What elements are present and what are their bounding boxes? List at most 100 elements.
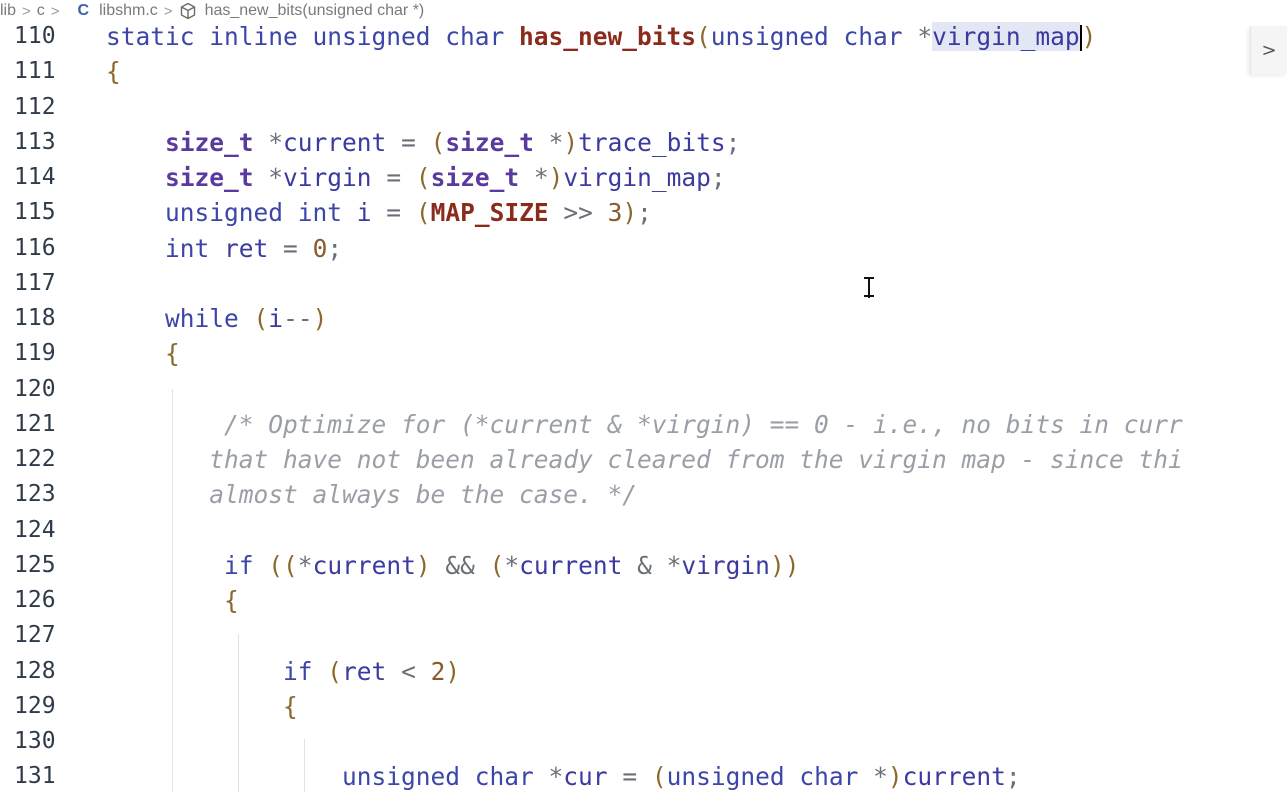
- code-line[interactable]: 125 if ((*current) && (*current & *virgi…: [0, 548, 1287, 583]
- comment-token: /* Optimize for (*current & *virgin) == …: [224, 409, 1183, 439]
- code-line[interactable]: 114 size_t *virgin = (size_t *)virgin_ma…: [0, 160, 1287, 195]
- code-token: =: [386, 163, 416, 192]
- code-line[interactable]: 131 unsigned char *cur = (unsigned char …: [0, 759, 1287, 792]
- code-line[interactable]: 123 almost always be the case. */: [0, 477, 1287, 512]
- comment-token: that have not been already cleared from …: [209, 445, 1183, 474]
- code-token: i: [268, 304, 284, 333]
- code-text: size_t *virgin = (size_t *)virgin_map;: [106, 160, 726, 195]
- code-token: ret: [342, 656, 402, 686]
- code-token: size_t: [445, 127, 534, 157]
- code-token: size_t: [430, 163, 520, 192]
- line-number: 111: [14, 58, 56, 85]
- code-line[interactable]: 118 while (i--): [0, 301, 1287, 336]
- code-token: *: [297, 550, 313, 580]
- line-number: 125: [14, 551, 56, 578]
- code-line[interactable]: 116 int ret = 0;: [0, 231, 1287, 266]
- code-text: {: [106, 583, 239, 618]
- code-line[interactable]: 128 if (ret < 2): [0, 654, 1287, 689]
- code-editor[interactable]: 110 static inline unsigned char has_new_b…: [0, 19, 1287, 792]
- line-number: 117: [14, 269, 56, 296]
- code-token: while: [165, 304, 254, 333]
- line-number: 128: [14, 657, 56, 684]
- code-token: (: [489, 550, 505, 580]
- code-line[interactable]: 127: [0, 618, 1287, 653]
- line-number: 112: [14, 93, 56, 120]
- code-line[interactable]: 129 {: [0, 689, 1287, 724]
- code-token: *: [504, 550, 520, 580]
- code-token: size_t: [165, 127, 254, 157]
- code-token: ): [445, 656, 461, 686]
- code-line[interactable]: 113 size_t *current = (size_t *)trace_bi…: [0, 125, 1287, 160]
- comment-token: almost always be the case. */: [209, 480, 638, 510]
- code-token: (: [651, 762, 667, 792]
- line-number: 129: [14, 692, 56, 719]
- code-token: ): [1081, 22, 1097, 51]
- code-token: unsigned char: [342, 762, 549, 792]
- code-token: 2: [430, 656, 446, 686]
- code-token: (: [415, 198, 431, 228]
- code-token: ): [887, 762, 903, 792]
- code-line[interactable]: 115 unsigned int i = (MAP_SIZE >> 3);: [0, 195, 1287, 230]
- code-text: int ret = 0;: [106, 231, 342, 266]
- code-line[interactable]: 120: [0, 372, 1287, 407]
- code-token: cur: [563, 762, 623, 792]
- code-token: ): [548, 163, 564, 192]
- code-line[interactable]: 126 {: [0, 583, 1287, 618]
- code-token: has_new_bits: [519, 22, 697, 51]
- line-number: 113: [14, 128, 56, 155]
- line-number: 126: [14, 587, 56, 613]
- code-token: {: [224, 586, 239, 615]
- code-text: unsigned int i = (MAP_SIZE >> 3);: [106, 195, 652, 230]
- code-line[interactable]: 121 /* Optimize for (*current & *virgin)…: [0, 407, 1287, 442]
- code-token: *: [548, 762, 564, 792]
- code-token: ;: [327, 233, 343, 263]
- code-token: *: [917, 22, 933, 51]
- code-line[interactable]: 117: [0, 266, 1287, 301]
- code-token: ;: [1005, 762, 1021, 792]
- line-number: 120: [14, 375, 56, 402]
- code-line[interactable]: 110 static inline unsigned char has_new_b…: [0, 19, 1287, 54]
- code-line[interactable]: 112: [0, 90, 1287, 125]
- code-token: 0: [312, 233, 328, 263]
- line-number: 124: [14, 516, 56, 543]
- code-line[interactable]: 130: [0, 724, 1287, 759]
- expand-panel-button[interactable]: >: [1250, 26, 1287, 74]
- code-token: =: [622, 762, 652, 792]
- code-token: if: [283, 656, 328, 686]
- code-token: &&: [430, 550, 490, 580]
- line-number: 121: [14, 410, 56, 437]
- code-line[interactable]: 119 {: [0, 336, 1287, 371]
- line-number: 118: [14, 305, 56, 331]
- chevron-right-icon: >: [50, 2, 60, 20]
- code-token: =: [283, 233, 313, 263]
- code-token: current: [283, 127, 402, 157]
- code-token: {: [283, 691, 298, 721]
- breadcrumb-item-file[interactable]: libshm.c: [99, 2, 158, 20]
- code-token: ;: [710, 163, 726, 192]
- code-token: MAP_SIZE: [430, 198, 549, 228]
- breadcrumb-item-lib[interactable]: lib: [0, 2, 16, 20]
- code-token: =: [401, 127, 431, 157]
- code-token: virgin: [681, 550, 770, 580]
- code-text: that have not been already cleared from …: [106, 442, 1183, 477]
- code-token: *: [519, 163, 549, 192]
- code-line[interactable]: 122 that have not been already cleared f…: [0, 442, 1287, 477]
- code-line[interactable]: 124: [0, 513, 1287, 548]
- code-text: size_t *current = (size_t *)trace_bits;: [106, 125, 740, 160]
- code-token: --: [283, 304, 313, 333]
- breadcrumb-item-c[interactable]: c: [37, 2, 45, 20]
- code-line[interactable]: 111 {: [0, 54, 1287, 89]
- code-token: virgin_map: [932, 22, 1080, 51]
- code-token: trace_bits: [578, 127, 726, 157]
- line-number: 116: [14, 234, 56, 261]
- code-text: if ((*current) && (*current & *virgin)): [106, 548, 799, 583]
- code-text: almost always be the case. */: [106, 477, 637, 512]
- breadcrumb-item-symbol[interactable]: has_new_bits(unsigned char *): [205, 2, 425, 20]
